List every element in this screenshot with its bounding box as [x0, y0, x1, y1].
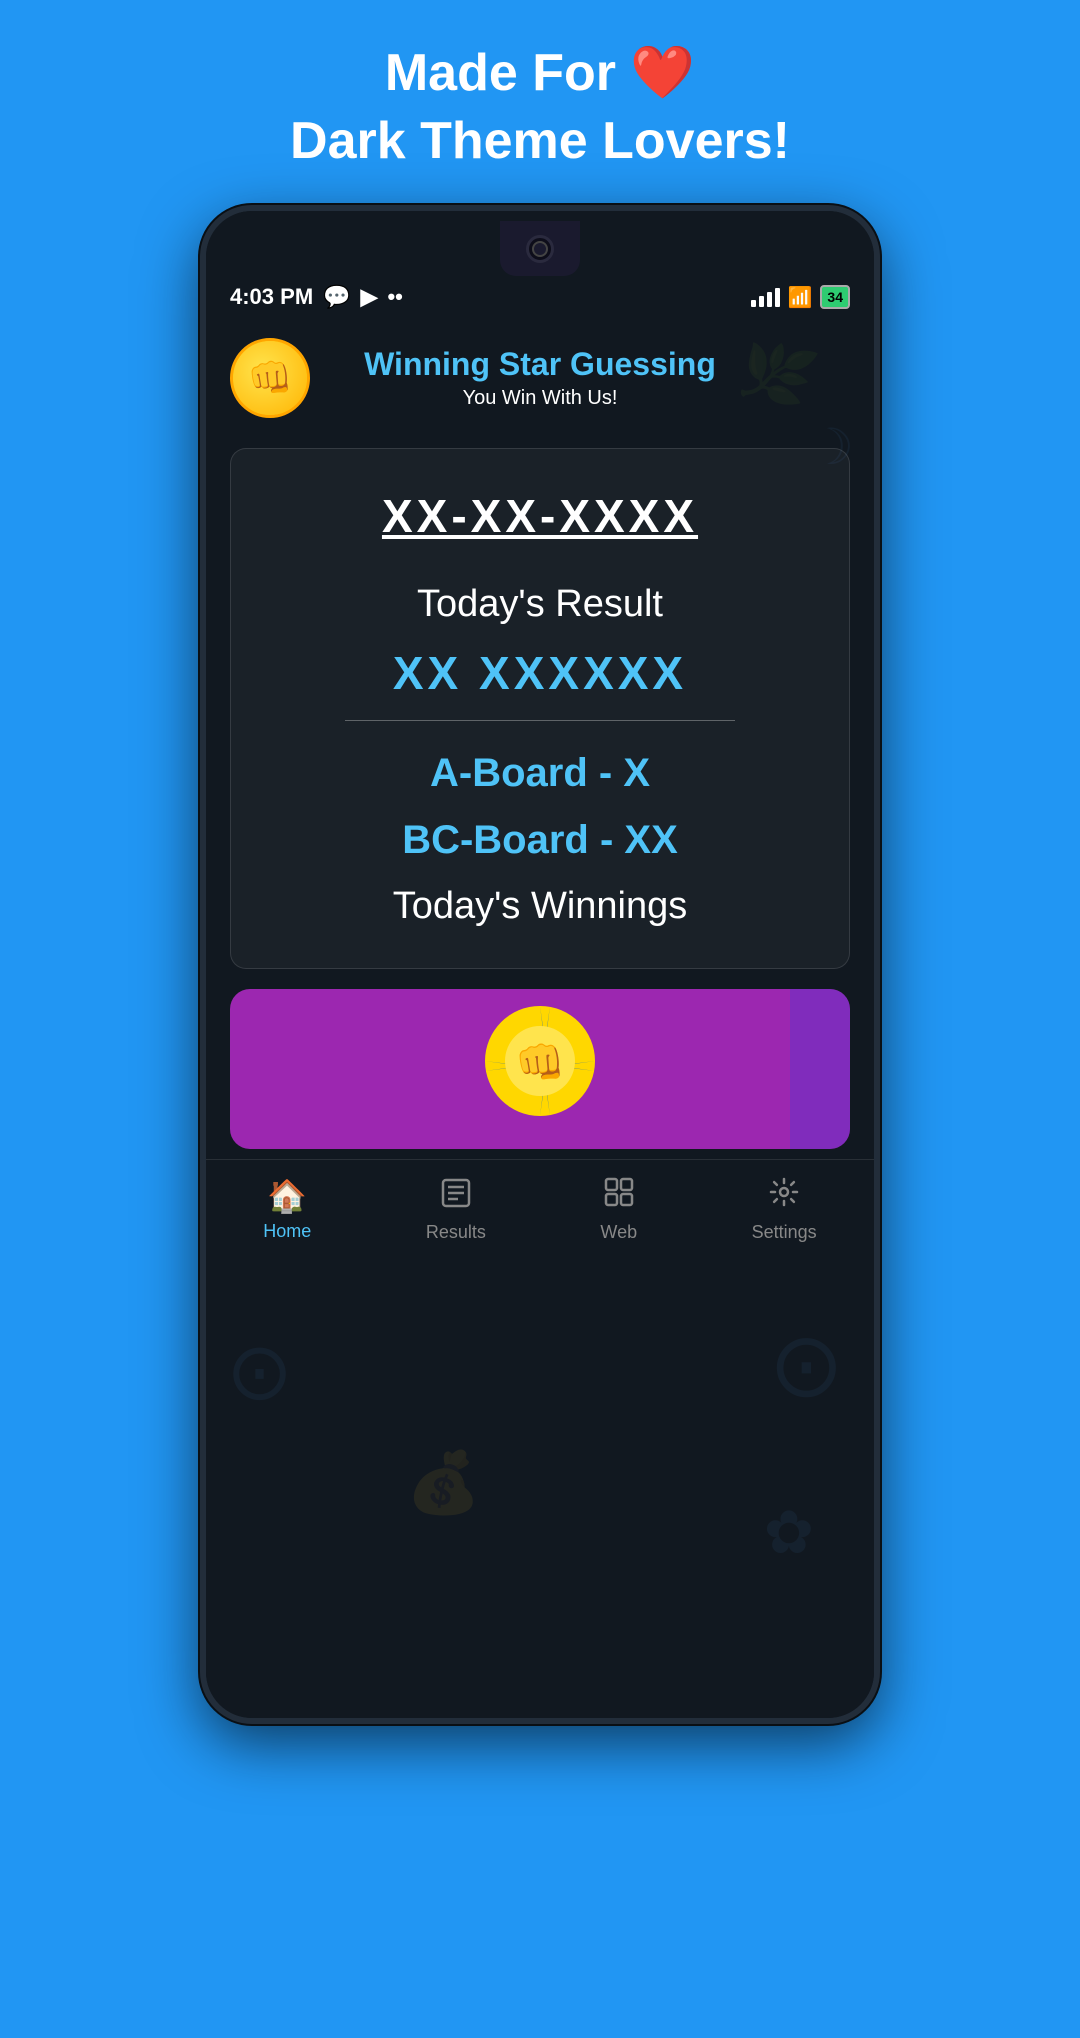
settings-icon	[768, 1176, 800, 1216]
app-screen: ✦ 🌿 ☽ ⊙ 💰 ⊙ ✿ 👊 Winning Star Guessing Yo…	[206, 318, 874, 1718]
battery-percentage: 34	[827, 289, 843, 305]
bottom-nav: 🏠 Home Results	[206, 1159, 874, 1263]
promo-icon: 👊	[480, 1001, 600, 1137]
signal-bar-3	[767, 292, 772, 307]
phone-body: 4:03 PM 💬 ▶ •• 📶 34	[200, 205, 880, 1724]
winnings-label: Today's Winnings	[261, 885, 819, 928]
bg-deco-6: ⊙	[769, 1313, 844, 1418]
app-title: Winning Star Guessing	[206, 346, 874, 383]
more-dots: ••	[387, 284, 402, 310]
app-header: 👊 Winning Star Guessing You Win With Us!	[206, 318, 874, 428]
status-time: 4:03 PM	[230, 284, 313, 310]
nav-label-settings: Settings	[752, 1222, 817, 1243]
nav-label-web: Web	[600, 1222, 637, 1243]
promo-banner[interactable]: 👊	[230, 989, 850, 1149]
bg-deco-7: ✿	[764, 1498, 814, 1568]
wifi-icon: 📶	[788, 285, 813, 310]
camera-bump	[500, 221, 580, 276]
card-divider	[345, 720, 736, 721]
power-button	[874, 491, 880, 571]
nav-item-results[interactable]: Results	[426, 1177, 486, 1243]
promo-logo-svg: 👊	[480, 1001, 600, 1121]
signal-bars	[751, 288, 780, 307]
nav-label-home: Home	[263, 1221, 311, 1242]
web-icon	[603, 1176, 635, 1216]
bc-board-value: BC-Board - XX	[261, 818, 819, 863]
signal-bar-2	[759, 296, 764, 307]
result-label: Today's Result	[261, 583, 819, 626]
top-heading: Made For ❤️ Dark Theme Lovers!	[290, 40, 790, 175]
nav-item-settings[interactable]: Settings	[752, 1176, 817, 1243]
svg-text:👊: 👊	[515, 1041, 565, 1085]
app-subtitle: You Win With Us!	[206, 387, 874, 410]
camera-lens	[526, 235, 554, 263]
heart-icon: ❤️	[630, 44, 695, 102]
signal-bar-4	[775, 288, 780, 307]
battery-indicator: 34	[820, 285, 850, 309]
youtube-icon: ▶	[361, 284, 378, 310]
main-card: XX-XX-XXXX Today's Result XX XXXXXX A-Bo…	[230, 448, 850, 969]
a-board-value: A-Board - X	[261, 751, 819, 796]
bg-deco-4: ⊙	[226, 1325, 293, 1418]
nav-item-home[interactable]: 🏠 Home	[263, 1177, 311, 1242]
top-heading-line2: Dark Theme Lovers!	[290, 108, 790, 176]
ticket-number: XX-XX-XXXX	[261, 489, 819, 543]
result-value: XX XXXXXX	[261, 646, 819, 700]
nav-label-results: Results	[426, 1222, 486, 1243]
app-title-area: Winning Star Guessing You Win With Us!	[206, 346, 874, 410]
home-icon: 🏠	[267, 1177, 307, 1215]
whatsapp-icon: 💬	[323, 284, 350, 310]
status-right: 📶 34	[751, 285, 850, 310]
promo-right-peek	[790, 989, 850, 1149]
phone-mockup: 4:03 PM 💬 ▶ •• 📶 34	[180, 205, 900, 1724]
signal-bar-1	[751, 300, 756, 307]
bg-deco-5: 💰	[406, 1447, 481, 1518]
nav-item-web[interactable]: Web	[600, 1176, 637, 1243]
status-bar: 4:03 PM 💬 ▶ •• 📶 34	[206, 276, 874, 318]
top-heading-line1: Made For ❤️	[290, 40, 790, 108]
camera-notch	[206, 211, 874, 276]
results-icon	[440, 1177, 472, 1216]
status-left: 4:03 PM 💬 ▶ ••	[230, 284, 403, 310]
